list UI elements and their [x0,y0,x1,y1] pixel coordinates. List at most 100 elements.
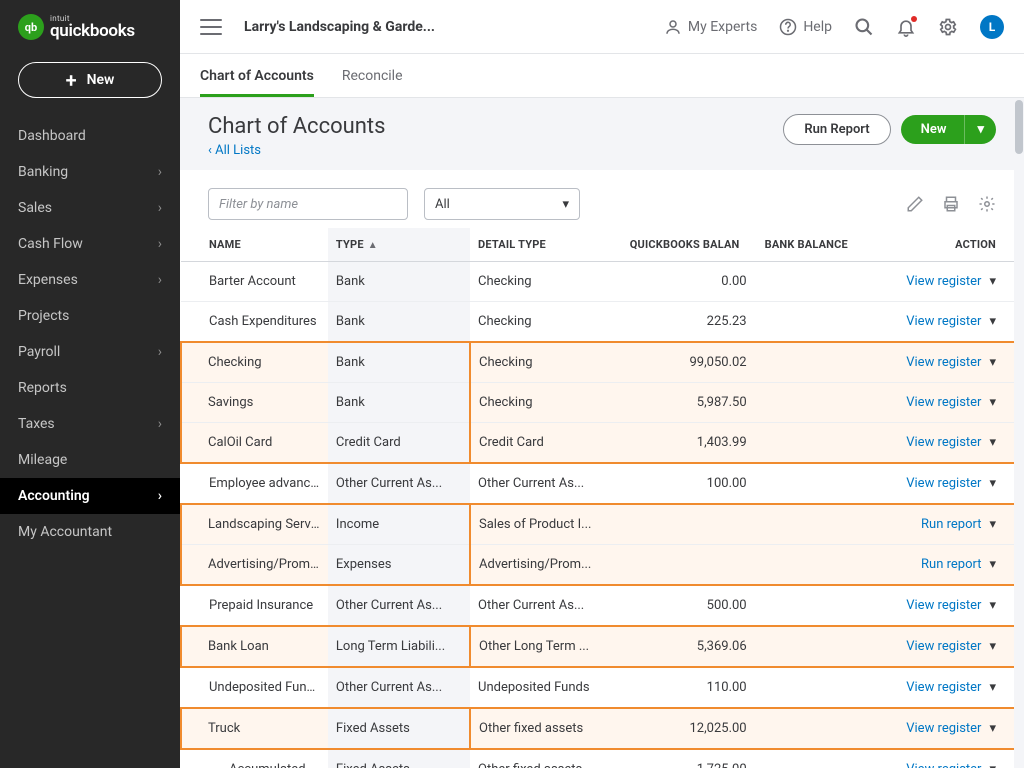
view-register-link[interactable]: View register▾ [906,395,996,410]
chevron-down-icon[interactable]: ▾ [989,680,996,695]
filter-name-input[interactable] [208,188,408,220]
filter-type-select[interactable]: All ▾ [424,188,580,220]
sidebar-item-label: Projects [18,308,69,324]
chevron-down-icon[interactable]: ▾ [989,517,996,532]
new-account-button[interactable]: New ▾ [901,115,996,144]
view-register-link[interactable]: View register▾ [906,274,996,289]
sort-asc-icon: ▲ [368,240,378,251]
chevron-down-icon[interactable]: ▾ [989,762,996,768]
chevron-down-icon[interactable]: ▾ [989,395,996,410]
sidebar-item-label: Taxes [18,416,55,432]
sidebar-item-my-accountant[interactable]: My Accountant [0,514,180,550]
help-link[interactable]: Help [779,18,832,36]
cell-qb-balance: 0.00 [622,262,757,302]
cell-bank-balance [757,585,868,626]
view-register-link[interactable]: View register▾ [906,476,996,491]
new-button[interactable]: + New [18,62,162,98]
view-register-link[interactable]: View register▾ [906,680,996,695]
col-detail-header[interactable]: DETAIL TYPE [470,228,622,262]
sidebar-item-payroll[interactable]: Payroll› [0,334,180,370]
col-bank-balance-header[interactable]: BANK BALANCE [757,228,868,262]
chevron-down-icon[interactable]: ▾ [989,598,996,613]
tab-chart-of-accounts[interactable]: Chart of Accounts [200,54,314,97]
menu-icon[interactable] [200,19,222,35]
sidebar-item-sales[interactable]: Sales› [0,190,180,226]
settings-icon[interactable] [938,17,958,37]
cell-type: Fixed Assets [328,708,470,749]
edit-icon[interactable] [906,195,924,213]
search-icon[interactable] [854,17,874,37]
cell-bank-balance [757,262,868,302]
scrollbar[interactable] [1014,98,1024,768]
print-icon[interactable] [942,195,960,213]
cell-qb-balance [622,545,757,586]
sidebar-item-cash-flow[interactable]: Cash Flow› [0,226,180,262]
back-label: All Lists [215,143,261,158]
sidebar-item-accounting[interactable]: Accounting› [0,478,180,514]
cell-qb-balance: 500.00 [622,585,757,626]
chevron-down-icon[interactable]: ▾ [989,274,996,289]
plus-icon: + [66,70,77,90]
cell-type: Other Current As... [328,463,470,504]
action-link-label: Run report [921,557,981,572]
view-register-link[interactable]: View register▾ [906,355,996,370]
notifications-icon[interactable] [896,17,916,37]
table-row: Barter AccountBankChecking0.00View regis… [181,262,1024,302]
sidebar-item-mileage[interactable]: Mileage [0,442,180,478]
view-register-link[interactable]: View register▾ [906,598,996,613]
brand-logo[interactable]: qb intuit quickbooks [0,0,180,62]
view-register-link[interactable]: View register ▾ [906,639,996,654]
cell-qb-balance: 5,369.06 [622,626,757,667]
chevron-down-icon[interactable]: ▾ [989,639,996,654]
run-report-link[interactable]: Run report ▾ [921,517,996,532]
cell-name: Landscaping Services [181,504,328,545]
settings-icon[interactable] [978,195,996,213]
chevron-down-icon[interactable]: ▾ [989,435,996,450]
run-report-button[interactable]: Run Report [783,114,890,145]
table-row: Advertising/PromotionalExpensesAdvertisi… [181,545,1024,586]
sidebar-item-expenses[interactable]: Expenses› [0,262,180,298]
chevron-down-icon[interactable]: ▾ [989,314,996,329]
company-name[interactable]: Larry's Landscaping & Garde... [244,19,650,35]
chevron-down-icon: ▾ [562,197,569,212]
chevron-down-icon[interactable]: ▾ [964,115,996,144]
view-register-link[interactable]: View register▾ [906,435,996,450]
view-register-link[interactable]: View register▾ [906,721,996,736]
sidebar-item-label: Expenses [18,272,78,288]
table-row: Accumulated DepFixed AssetsOther fixed a… [181,749,1024,768]
cell-bank-balance [757,342,868,383]
chevron-down-icon[interactable]: ▾ [989,557,996,572]
sidebar-item-banking[interactable]: Banking› [0,154,180,190]
sidebar-item-dashboard[interactable]: Dashboard [0,118,180,154]
my-experts-link[interactable]: My Experts [664,18,757,36]
cell-action: View register▾ [867,585,1024,626]
cell-qb-balance: 110.00 [622,667,757,708]
chevron-down-icon[interactable]: ▾ [989,721,996,736]
back-link[interactable]: ‹ All Lists [208,143,385,158]
chevron-down-icon[interactable]: ▾ [989,476,996,491]
sidebar-item-reports[interactable]: Reports [0,370,180,406]
action-link-label: Run report [921,517,981,532]
col-qb-balance-header[interactable]: QUICKBOOKS BALAN [622,228,757,262]
table-row: Cash ExpendituresBankChecking225.23View … [181,302,1024,343]
brand-name: quickbooks [50,23,135,40]
sidebar-item-projects[interactable]: Projects [0,298,180,334]
tab-reconcile[interactable]: Reconcile [342,54,403,97]
cell-type: Fixed Assets [328,749,470,768]
action-link-label: View register [906,639,981,654]
chevron-down-icon[interactable]: ▾ [989,355,996,370]
cell-name: Undeposited Funds [181,667,328,708]
table-row: Landscaping ServicesIncomeSales of Produ… [181,504,1024,545]
col-type-header[interactable]: TYPE▲ [328,228,470,262]
sidebar-item-label: Payroll [18,344,60,360]
chevron-right-icon: › [158,200,162,216]
view-register-link[interactable]: View register▾ [906,314,996,329]
col-name-header[interactable]: NAME [181,228,328,262]
avatar[interactable]: L [980,15,1004,39]
sidebar-item-taxes[interactable]: Taxes› [0,406,180,442]
sidebar-item-label: Cash Flow [18,236,83,252]
run-report-link[interactable]: Run report ▾ [921,557,996,572]
cell-bank-balance [757,302,868,343]
view-register-link[interactable]: View register▾ [906,762,996,768]
cell-qb-balance: 100.00 [622,463,757,504]
